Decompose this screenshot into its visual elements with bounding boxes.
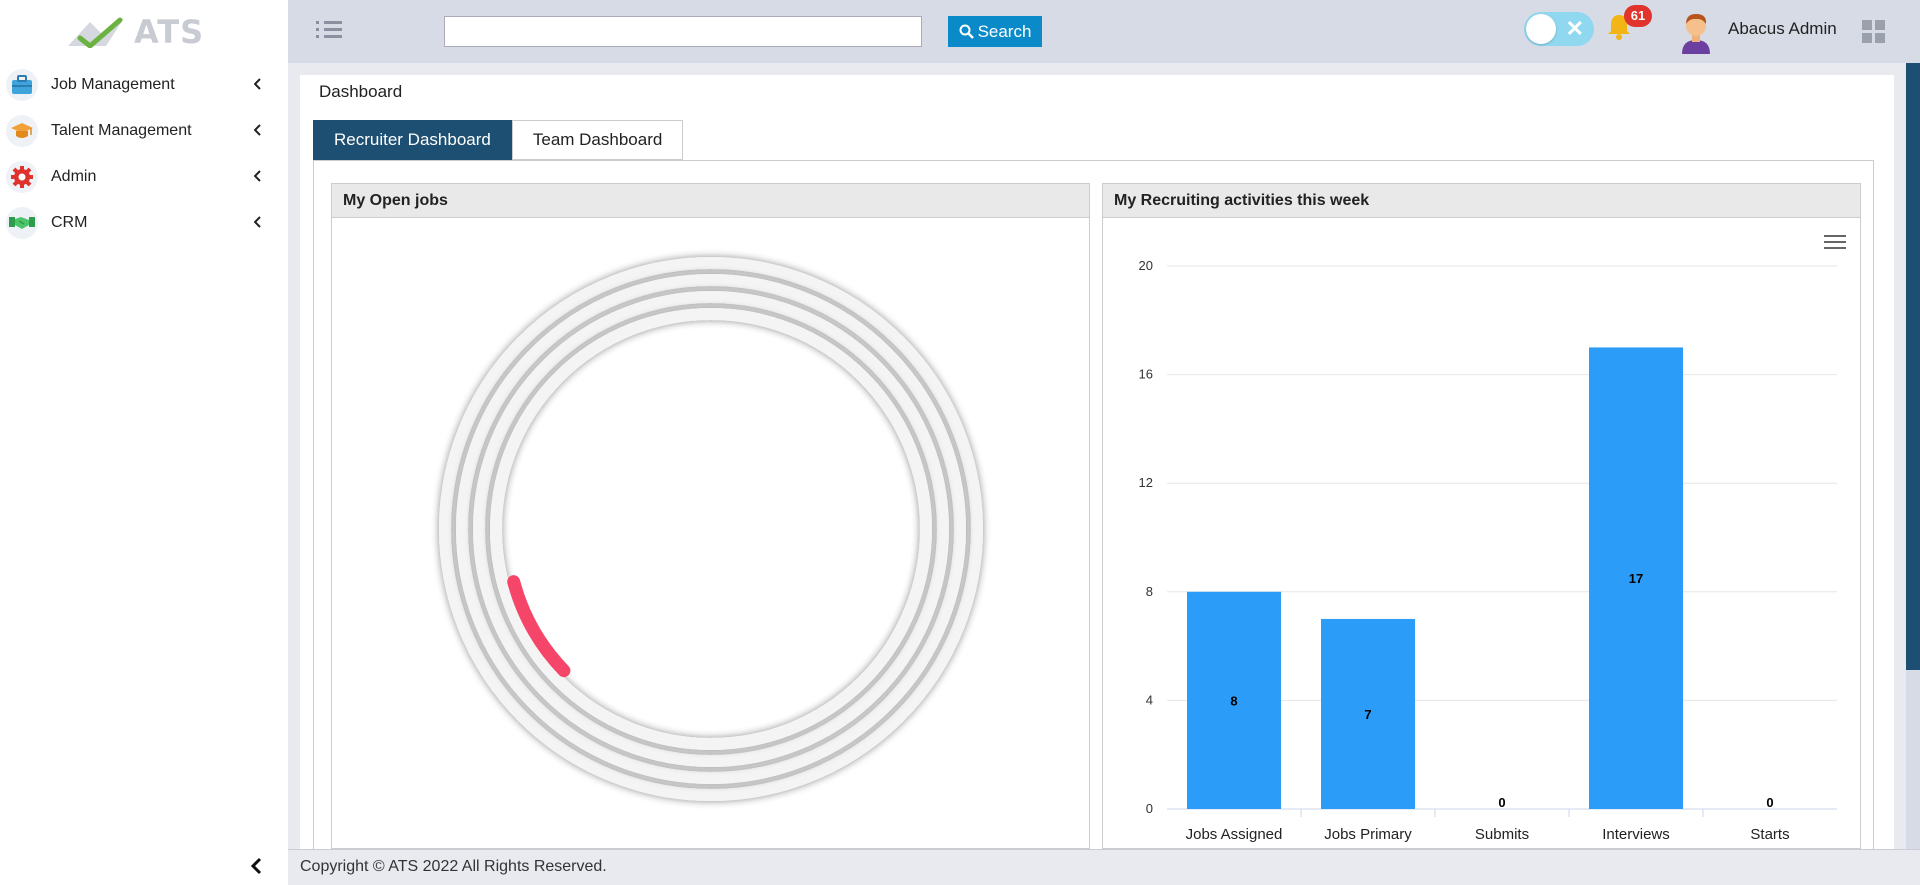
breadcrumb-dashboard[interactable]: Dashboard	[319, 82, 402, 102]
x-tick-label: Interviews	[1602, 826, 1670, 843]
sidebar: ATS Job Management Talent Management Adm…	[0, 0, 288, 885]
dashboard-tabs: Recruiter Dashboard Team Dashboard	[313, 120, 684, 160]
toggle-menu-icon[interactable]	[314, 18, 344, 44]
logo-text: ATS	[134, 13, 205, 51]
data-label: 7	[1364, 707, 1371, 722]
sidebar-item-admin[interactable]: Admin	[0, 154, 288, 200]
y-tick-label: 0	[1146, 801, 1153, 816]
y-tick-label: 8	[1146, 584, 1153, 599]
chevron-left-icon	[253, 77, 274, 93]
y-tick-label: 4	[1146, 692, 1153, 707]
breadcrumb: Dashboard	[300, 75, 1894, 108]
close-icon: ✕	[1565, 16, 1584, 41]
ats-logo[interactable]: ATS	[66, 12, 226, 52]
sidebar-item-talent-management[interactable]: Talent Management	[0, 108, 288, 154]
topbar: Search ✕ 61 Abacus Admin	[288, 0, 1920, 63]
search-input[interactable]	[444, 16, 922, 47]
chart-menu-icon[interactable]	[1824, 234, 1846, 252]
gauge-rings	[439, 257, 983, 801]
chevron-left-icon	[253, 215, 274, 231]
recruiting-activities-title: My Recruiting activities this week	[1103, 184, 1860, 218]
x-tick-label: Jobs Primary	[1324, 826, 1412, 843]
tab-recruiter-dashboard[interactable]: Recruiter Dashboard	[313, 120, 512, 160]
sidebar-item-label: Admin	[51, 168, 97, 185]
graduation-cap-icon	[6, 115, 38, 147]
y-tick-label: 12	[1139, 475, 1153, 490]
sidebar-menu: Job Management Talent Management Admin C…	[0, 62, 288, 246]
x-tick-label: Starts	[1750, 826, 1789, 843]
chevron-left-icon	[253, 123, 274, 139]
sidebar-item-job-management[interactable]: Job Management	[0, 62, 288, 108]
data-label: 17	[1629, 571, 1643, 586]
recruiting-activities-panel: My Recruiting activities this week 0 4 8 12…	[1102, 183, 1861, 849]
apps-grid-icon[interactable]	[1862, 20, 1886, 44]
data-label: 0	[1766, 795, 1773, 810]
logo-icon	[68, 17, 124, 48]
user-name[interactable]: Abacus Admin	[1728, 19, 1837, 39]
data-label: 8	[1230, 693, 1237, 708]
sidebar-item-crm[interactable]: CRM	[0, 200, 288, 246]
footer: Copyright © ATS 2022 All Rights Reserved…	[288, 849, 1920, 885]
y-tick-label: 16	[1139, 367, 1153, 382]
gear-icon	[6, 161, 38, 193]
scrollbar-thumb[interactable]	[1906, 63, 1920, 670]
briefcase-icon	[6, 69, 38, 101]
search-button[interactable]: Search	[948, 16, 1042, 47]
theme-toggle[interactable]: ✕	[1524, 12, 1594, 46]
copyright-text: Copyright © ATS 2022 All Rights Reserved…	[300, 858, 607, 875]
sidebar-item-label: CRM	[51, 214, 88, 231]
open-jobs-gauge	[439, 257, 983, 801]
handshake-icon	[6, 207, 38, 239]
chevron-left-icon	[253, 169, 274, 185]
avatar[interactable]	[1676, 10, 1716, 54]
sidebar-item-label: Talent Management	[51, 122, 192, 139]
sidebar-item-label: Job Management	[51, 76, 175, 93]
collapse-sidebar-icon[interactable]	[244, 854, 268, 878]
data-label: 0	[1498, 795, 1505, 810]
search-button-label: Search	[977, 21, 1032, 41]
x-tick-label: Jobs Assigned	[1186, 826, 1283, 843]
activities-bar-chart: 0 4 8 12 16 20 8 Jobs Assigned 7 Jobs Primary 0 Sub…	[1139, 258, 1837, 843]
y-tick-label: 20	[1139, 258, 1153, 273]
open-jobs-title: My Open jobs	[332, 184, 1089, 218]
tab-team-dashboard[interactable]: Team Dashboard	[511, 120, 684, 160]
toggle-knob	[1526, 14, 1556, 44]
open-jobs-panel: My Open jobs	[331, 183, 1090, 849]
notification-badge: 61	[1624, 5, 1652, 27]
x-tick-label: Submits	[1475, 826, 1529, 843]
search-icon	[959, 24, 974, 39]
